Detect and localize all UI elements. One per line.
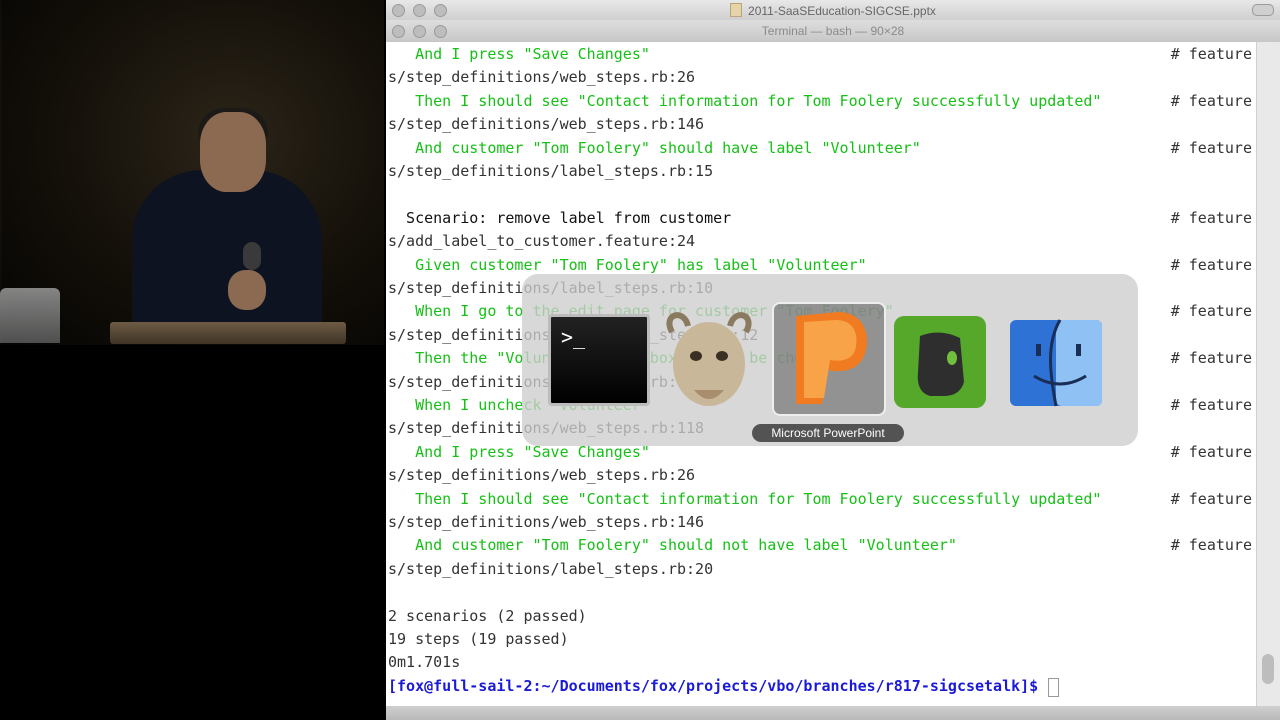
scrollbar-thumb[interactable]: [1262, 654, 1274, 684]
evernote-icon[interactable]: [890, 312, 990, 412]
terminal-line-text: Then I should see "Contact information f…: [388, 91, 1102, 110]
powerpoint-icon[interactable]: [774, 308, 876, 412]
line-comment: # feature: [1170, 536, 1252, 555]
terminal-line-text: s/step_definitions/web_steps.rb:26: [388, 68, 696, 87]
window-titlebar[interactable]: 2011-SaaSEducation-SIGCSE.pptx: [386, 0, 1280, 20]
terminal-prompt-glyph: >_: [561, 325, 586, 349]
window-title: 2011-SaaSEducation-SIGCSE.pptx: [386, 3, 1280, 18]
presenter-body: [132, 170, 322, 335]
terminal-line: s/step_definitions/label_steps.rb:20: [388, 558, 1254, 581]
line-comment: # feature: [1170, 302, 1252, 321]
terminal-line-text: s/step_definitions/label_steps.rb:15: [388, 162, 714, 180]
terminal-scrollbar[interactable]: [1256, 42, 1280, 706]
line-comment: # feature: [1170, 255, 1252, 274]
terminal-line-text: 0m1.701s: [388, 653, 461, 672]
terminal-title: Terminal — bash — 90×28: [761, 24, 905, 38]
line-comment: # feature: [1170, 396, 1252, 414]
toolbar-toggle-button[interactable]: [1252, 4, 1274, 16]
terminal-line-text: And I press "Save Changes": [388, 45, 650, 63]
shell-prompt: [fox@full-sail-2:~/Documents/fox/project…: [388, 676, 1039, 695]
window-bottom-bar: [386, 706, 1280, 720]
terminal-line-text: Then I should see "Contact information f…: [388, 489, 1102, 508]
line-comment: # feature: [1170, 91, 1252, 110]
terminal-line: And customer "Tom Foolery" should have l…: [388, 137, 1254, 160]
terminal-line-text: And customer "Tom Foolery" should not ha…: [388, 536, 957, 555]
podium-desk: [110, 322, 346, 344]
terminal-line: s/add_label_to_customer.feature:24: [388, 230, 1254, 253]
microphone: [243, 242, 261, 270]
terminal-line-text: s/step_definitions/web_steps.rb:26: [388, 466, 696, 485]
terminal-line: s/step_definitions/label_steps.rb:15: [388, 160, 1254, 183]
terminal-line: s/step_definitions/web_steps.rb:26: [388, 464, 1254, 487]
presenter-video: [0, 0, 386, 720]
terminal-line: And customer "Tom Foolery" should not ha…: [388, 534, 1254, 557]
presenter-hand: [228, 270, 266, 310]
terminal-line: 19 steps (19 passed): [388, 628, 1254, 651]
gnu-emacs-icon[interactable]: [654, 304, 764, 414]
terminal-line-text: Scenario: remove label from customer: [388, 208, 732, 227]
terminal-line: 0m1.701s: [388, 651, 1254, 674]
terminal-line: s/step_definitions/web_steps.rb:146: [388, 511, 1254, 534]
terminal-line-text: And customer "Tom Foolery" should have l…: [388, 138, 921, 157]
line-comment: # feature: [1170, 208, 1252, 227]
screen-capture: 2011-SaaSEducation-SIGCSE.pptx Terminal …: [386, 0, 1280, 720]
document-icon: [730, 3, 743, 17]
terminal-line-text: s/step_definitions/web_steps.rb:146: [388, 115, 705, 134]
terminal-cursor[interactable]: [1048, 677, 1059, 697]
terminal-line-text: 19 steps (19 passed): [388, 630, 569, 648]
line-comment: # feature: [1170, 489, 1252, 508]
terminal-line: Scenario: remove label from customer # fe…: [388, 207, 1254, 230]
terminal-line: 2 scenarios (2 passed): [388, 605, 1254, 628]
presenter-head: [200, 112, 266, 192]
selected-app-label: Microsoft PowerPoint: [752, 424, 904, 442]
terminal-line: s/step_definitions/web_steps.rb:146: [388, 113, 1254, 136]
terminal-line: s/step_definitions/web_steps.rb:26: [388, 66, 1254, 89]
terminal-icon[interactable]: >_: [548, 314, 650, 406]
terminal-line-text: 2 scenarios (2 passed): [388, 606, 587, 625]
line-comment: # feature: [1170, 45, 1252, 63]
app-switcher: >_ Microsoft PowerPoint: [522, 274, 1138, 446]
terminal-line-text: s/step_definitions/label_steps.rb:20: [388, 559, 714, 578]
terminal-line-text: s/add_label_to_customer.feature:24: [388, 232, 696, 251]
terminal-titlebar[interactable]: Terminal — bash — 90×28: [386, 20, 1280, 42]
terminal-line: Then I should see "Contact information f…: [388, 90, 1254, 113]
line-comment: # feature: [1170, 349, 1252, 368]
chair: [0, 288, 60, 343]
line-comment: # feature: [1170, 442, 1252, 461]
terminal-line: Then I should see "Contact information f…: [388, 488, 1254, 511]
line-comment: # feature: [1170, 138, 1252, 157]
terminal-line-text: s/step_definitions/web_steps.rb:146: [388, 513, 705, 531]
finder-icon[interactable]: [1006, 314, 1106, 412]
terminal-line: And I press "Save Changes" # feature: [388, 43, 1254, 66]
